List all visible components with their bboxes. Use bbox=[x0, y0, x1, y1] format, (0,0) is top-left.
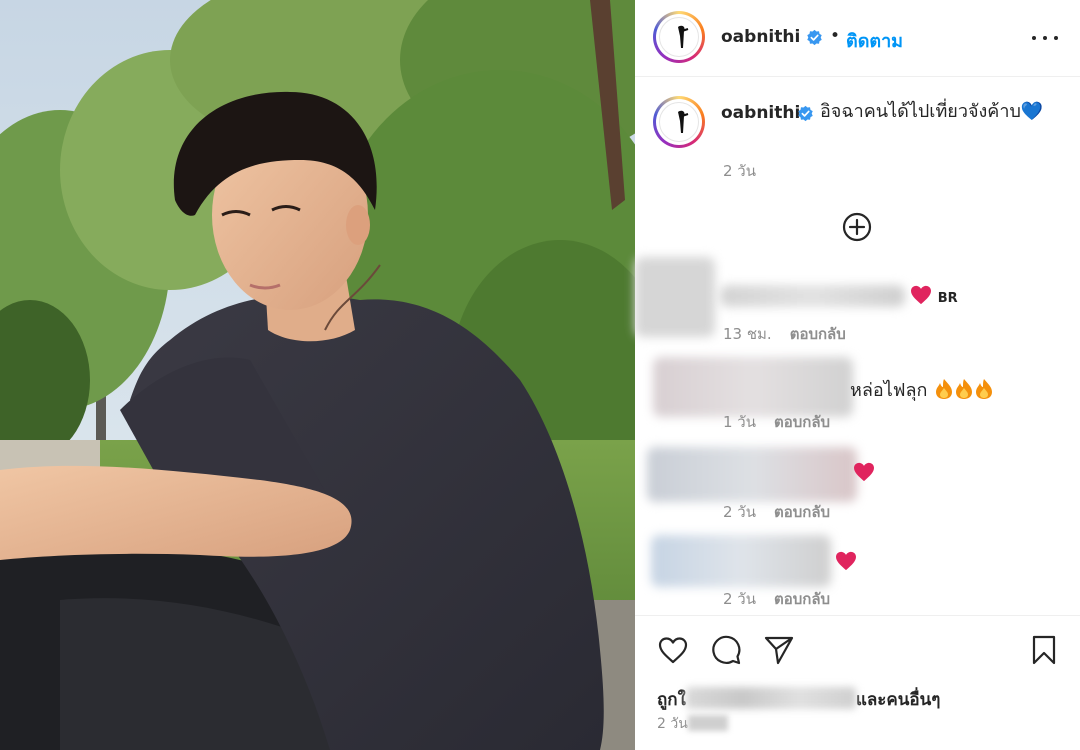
comment-time[interactable]: 1 วัน bbox=[723, 413, 756, 431]
more-options-icon[interactable] bbox=[1028, 22, 1062, 52]
likes-summary[interactable]: ถูกใ และคนอื่นๆ bbox=[657, 686, 940, 713]
fire-emoji-icon bbox=[956, 379, 973, 399]
comment-avatar-blurred bbox=[651, 535, 831, 587]
comment-time[interactable]: 2 วัน bbox=[723, 503, 756, 521]
comment-time[interactable]: 2 วัน bbox=[723, 590, 756, 608]
action-bar bbox=[635, 615, 1080, 681]
comment-meta: 2 วัน ตอบกลับ bbox=[723, 500, 830, 524]
post-side-panel: oabnithi • ติดตาม oabnithi อิจฉาคนได้ไปเ… bbox=[635, 0, 1080, 750]
reply-button[interactable]: ตอบกลับ bbox=[774, 590, 830, 608]
likes-blurred-names bbox=[685, 687, 856, 709]
comment-text bbox=[853, 462, 875, 484]
caption-username[interactable]: oabnithi bbox=[721, 103, 800, 123]
avatar-figure-icon bbox=[678, 25, 689, 48]
post-header: oabnithi • ติดตาม bbox=[635, 0, 1080, 77]
reply-button[interactable]: ตอบกลับ bbox=[790, 325, 846, 343]
comment-time[interactable]: 13 ชม. bbox=[723, 325, 772, 343]
comment-item: 2 วัน ตอบกลับ bbox=[635, 527, 1080, 615]
bookmark-icon[interactable] bbox=[1028, 634, 1060, 666]
send-icon[interactable] bbox=[763, 634, 795, 666]
caption-text: อิจฉาคนได้ไปเที่ยวจังค้าบ💙 bbox=[820, 101, 1044, 122]
reply-button[interactable]: ตอบกลับ bbox=[774, 503, 830, 521]
likes-suffix[interactable]: และคนอื่นๆ bbox=[856, 690, 940, 710]
comment-text: หล่อไฟลุก bbox=[850, 375, 993, 404]
likes-prefix: ถูกใ bbox=[657, 690, 686, 710]
separator-dot: • bbox=[830, 26, 841, 46]
comment-text: BR bbox=[910, 285, 958, 307]
fire-emoji-icon bbox=[936, 379, 953, 399]
fire-emoji-icon bbox=[976, 379, 993, 399]
heart-icon[interactable] bbox=[657, 634, 689, 666]
red-heart-icon bbox=[836, 551, 856, 571]
author-avatar[interactable] bbox=[653, 11, 705, 63]
comment-avatar-blurred bbox=[647, 447, 857, 502]
verified-badge-icon bbox=[807, 29, 822, 46]
author-username[interactable]: oabnithi bbox=[721, 27, 800, 47]
comment-username-blurred bbox=[720, 285, 905, 307]
comment-meta: 13 ชม. ตอบกลับ bbox=[723, 322, 846, 346]
comment-meta: 1 วัน ตอบกลับ bbox=[723, 410, 830, 434]
comment-item: 2 วัน ตอบกลับ bbox=[635, 445, 1080, 533]
red-heart-icon bbox=[911, 285, 931, 305]
plus-circle-icon[interactable] bbox=[841, 211, 873, 243]
reply-button[interactable]: ตอบกลับ bbox=[774, 413, 830, 431]
comment-item: BR 13 ชม. ตอบกลับ bbox=[635, 255, 1080, 343]
comment-text-body: หล่อไฟลุก bbox=[850, 380, 928, 401]
post-photo-artwork bbox=[0, 0, 635, 750]
post-photo[interactable] bbox=[0, 0, 635, 750]
red-heart-icon bbox=[854, 462, 874, 482]
caption-time[interactable]: 2 วัน bbox=[723, 159, 756, 183]
verified-badge-icon bbox=[798, 105, 813, 122]
post-date-blurred bbox=[687, 715, 728, 731]
comment-avatar-blurred bbox=[635, 257, 715, 337]
comment-avatar-blurred bbox=[653, 357, 853, 417]
comment-icon[interactable] bbox=[710, 634, 742, 666]
comment-item: หล่อไฟลุก 1 วัน ตอบกลับ bbox=[635, 355, 1080, 443]
comment-text bbox=[835, 551, 857, 573]
comment-meta: 2 วัน ตอบกลับ bbox=[723, 587, 830, 611]
post-date[interactable]: 2 วัน bbox=[657, 713, 728, 735]
follow-button[interactable]: ติดตาม bbox=[846, 26, 903, 55]
avatar-figure-icon bbox=[678, 110, 689, 133]
caption-avatar[interactable] bbox=[653, 96, 705, 148]
comment-text-suffix: BR bbox=[937, 291, 958, 306]
post-date-text: 2 วัน bbox=[657, 716, 688, 732]
